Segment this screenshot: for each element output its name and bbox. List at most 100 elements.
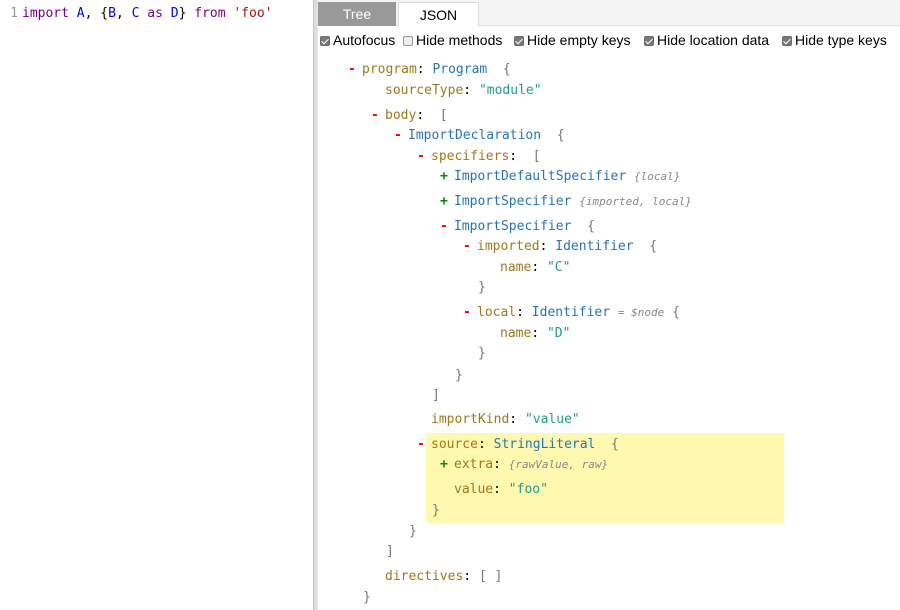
punct-open-brace: { [100, 6, 109, 21]
property-value: "C" [546, 260, 571, 275]
close-brace: } [478, 280, 486, 295]
tree-node-specifiers[interactable]: - specifiers: [ [417, 147, 541, 167]
tree-node-import-default-specifier[interactable]: + ImportDefaultSpecifier {local} [440, 167, 680, 187]
tree-prop-name-d[interactable]: name: "D" [500, 324, 570, 344]
tree-prop-sourcetype[interactable]: sourceType: "module" [385, 81, 542, 101]
open-brace: { [649, 239, 658, 254]
property-value: "D" [546, 326, 571, 341]
keyword-import: import [22, 6, 69, 21]
close-brace-local: } [478, 344, 486, 364]
open-brace: { [672, 305, 680, 320]
empty-array: [ ] [478, 569, 503, 584]
close-bracket: ] [386, 544, 394, 559]
punct-comma-2: , [115, 6, 124, 21]
node-type: Identifier [531, 305, 611, 320]
hide-methods-checkbox[interactable] [403, 36, 413, 46]
colon: : [531, 326, 540, 341]
hide-type-keys-checkbox[interactable] [782, 36, 792, 46]
property-key: sourceType [385, 83, 464, 98]
code-line[interactable]: 1 import A, {B, C as D} from 'foo' [0, 6, 273, 24]
tree-prop-name-c[interactable]: name: "C" [500, 258, 570, 278]
property-key: name [500, 260, 532, 275]
hide-empty-keys-checkbox[interactable] [514, 36, 524, 46]
tree-node-local[interactable]: - local: Identifier = $node { [463, 303, 680, 323]
collapse-toggle[interactable]: - [440, 217, 454, 237]
node-type: ImportDeclaration [408, 128, 542, 143]
close-brace-imported: } [478, 278, 486, 298]
expand-toggle[interactable]: + [440, 167, 454, 187]
node-summary: {imported, local} [579, 195, 692, 208]
tree-node-source[interactable]: - source: StringLiteral { [417, 435, 619, 455]
property-key: value [454, 482, 494, 497]
close-brace: } [409, 524, 417, 539]
node-type: ImportDefaultSpecifier [454, 169, 627, 184]
collapse-toggle[interactable]: - [463, 303, 477, 323]
open-brace: { [502, 62, 511, 77]
expand-toggle[interactable]: + [440, 455, 454, 475]
tree-node-imported[interactable]: - imported: Identifier { [463, 237, 657, 257]
close-brace: } [363, 590, 371, 605]
string-source: 'foo' [233, 6, 273, 21]
property-value: "foo" [508, 482, 548, 497]
property-key: importKind [431, 412, 510, 427]
colon: : [531, 260, 540, 275]
node-ref: = $node [617, 306, 665, 319]
node-summary: {rawValue, raw} [508, 458, 609, 471]
collapse-toggle[interactable]: - [463, 237, 477, 257]
colon: : [493, 457, 501, 472]
code-editor[interactable]: 1 import A, {B, C as D} from 'foo' [0, 0, 313, 610]
ast-tree: - program: Program { sourceType: "module"… [318, 52, 900, 610]
colon: : [477, 437, 486, 452]
identifier-b: B [108, 6, 116, 21]
autofocus-checkbox[interactable] [320, 36, 330, 46]
close-brace-source: } [432, 501, 440, 521]
colon: : [416, 62, 425, 77]
tab-json[interactable]: JSON [398, 2, 479, 26]
node-summary: {local} [634, 170, 681, 183]
close-bracket-specifiers: ] [432, 386, 440, 406]
close-brace: } [455, 368, 463, 383]
collapse-toggle[interactable]: - [417, 147, 431, 167]
node-type: Program [432, 62, 488, 77]
options-bar: Autofocus Hide methods Hide empty keys H… [318, 30, 900, 52]
collapse-toggle[interactable]: - [394, 126, 408, 146]
hide-type-keys-label: Hide type keys [795, 32, 887, 48]
collapse-toggle[interactable]: - [371, 106, 385, 126]
colon: : [509, 412, 518, 427]
collapse-toggle[interactable]: - [348, 60, 362, 80]
close-bracket-body: ] [386, 542, 394, 562]
hide-methods-label: Hide methods [416, 32, 503, 48]
property-key: source [431, 437, 478, 452]
tree-prop-importkind[interactable]: importKind: "value" [431, 410, 580, 430]
property-key: body [385, 108, 417, 123]
property-value: "value" [524, 412, 580, 427]
tree-node-import-specifier-1[interactable]: + ImportSpecifier {imported, local} [440, 192, 692, 212]
tree-prop-value[interactable]: value: "foo" [454, 480, 548, 500]
punct-comma: , [84, 6, 93, 21]
property-key: directives [385, 569, 464, 584]
close-brace-import-declaration: } [409, 522, 417, 542]
hide-location-data-checkbox[interactable] [644, 36, 654, 46]
open-bracket: [ [439, 108, 448, 123]
close-brace: } [432, 503, 440, 518]
close-brace-program: } [363, 588, 371, 608]
colon: : [463, 83, 472, 98]
collapse-toggle[interactable]: - [417, 435, 431, 455]
tree-node-body[interactable]: - body: [ [371, 106, 448, 126]
tree-node-import-specifier-2[interactable]: - ImportSpecifier { [440, 217, 595, 237]
node-type: StringLiteral [493, 437, 596, 452]
tab-tree[interactable]: Tree [318, 2, 396, 26]
tree-node-extra[interactable]: + extra: {rawValue, raw} [440, 455, 608, 475]
tree-prop-directives[interactable]: directives: [ ] [385, 567, 502, 587]
property-key: program [362, 62, 417, 77]
colon: : [539, 239, 548, 254]
property-key: local [477, 305, 517, 320]
tree-node-program[interactable]: - program: Program { [348, 60, 511, 80]
expand-toggle[interactable]: + [440, 192, 454, 212]
open-brace: { [611, 437, 619, 452]
identifier-c: C [131, 6, 140, 21]
autofocus-label: Autofocus [333, 32, 396, 48]
colon: : [416, 108, 425, 123]
tree-node-import-declaration[interactable]: - ImportDeclaration { [394, 126, 565, 146]
open-brace: { [556, 128, 565, 143]
